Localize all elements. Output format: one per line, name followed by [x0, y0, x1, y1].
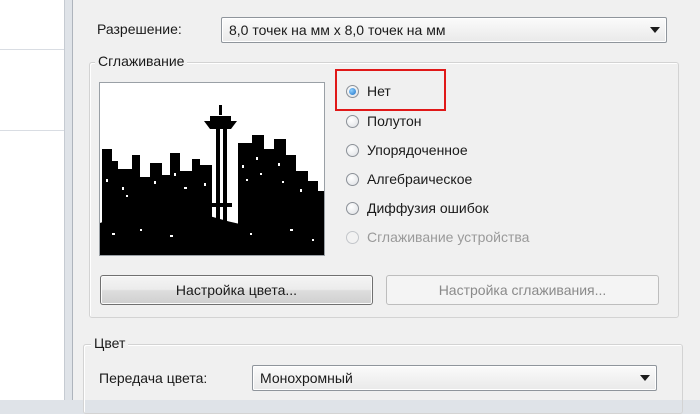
- color-settings-button[interactable]: Настройка цвета...: [100, 275, 373, 305]
- radio-disabled-icon: [346, 230, 359, 244]
- city-skyline-icon: [100, 83, 324, 255]
- dither-settings-button[interactable]: Настройка сглаживания...: [386, 275, 659, 305]
- dithering-group-title: Сглаживание: [95, 53, 188, 69]
- radio-unchecked-icon: [346, 201, 359, 215]
- chevron-down-icon: [640, 375, 650, 381]
- strip-divider: [0, 49, 64, 50]
- radio-unchecked-icon: [346, 143, 359, 157]
- radio-device-dithering[interactable]: Сглаживание устройства: [346, 226, 529, 248]
- color-transfer-value: Монохромный: [260, 370, 353, 386]
- radio-unchecked-icon: [346, 172, 359, 186]
- radio-halftone-label: Полутон: [367, 113, 422, 129]
- print-settings-dialog: Разрешение: 8,0 точек на мм x 8,0 точек …: [72, 0, 700, 414]
- resolution-combobox[interactable]: 8,0 точек на мм x 8,0 точек на мм: [221, 17, 667, 43]
- radio-algebraic[interactable]: Алгебраическое: [346, 168, 472, 190]
- dithering-preview-image: [99, 82, 325, 256]
- color-transfer-label: Передача цвета:: [99, 370, 208, 386]
- resolution-value: 8,0 точек на мм x 8,0 точек на мм: [229, 22, 446, 38]
- color-group-title: Цвет: [91, 335, 129, 351]
- radio-error-diffusion-label: Диффузия ошибок: [367, 200, 489, 216]
- radio-device-dithering-label: Сглаживание устройства: [367, 229, 530, 245]
- color-transfer-combobox[interactable]: Монохромный: [252, 365, 657, 391]
- radio-algebraic-label: Алгебраическое: [367, 171, 473, 187]
- radio-none[interactable]: Нет: [346, 80, 391, 102]
- chevron-down-icon: [650, 27, 660, 33]
- radio-halftone[interactable]: Полутон: [346, 110, 421, 132]
- radio-ordered[interactable]: Упорядоченное: [346, 139, 468, 161]
- background-window-strip: [0, 0, 65, 400]
- radio-none-label: Нет: [367, 83, 391, 99]
- resolution-label: Разрешение:: [97, 21, 182, 37]
- radio-checked-icon: [346, 84, 359, 98]
- radio-ordered-label: Упорядоченное: [367, 142, 468, 158]
- strip-divider: [0, 130, 64, 131]
- radio-error-diffusion[interactable]: Диффузия ошибок: [346, 197, 489, 219]
- radio-unchecked-icon: [346, 114, 359, 128]
